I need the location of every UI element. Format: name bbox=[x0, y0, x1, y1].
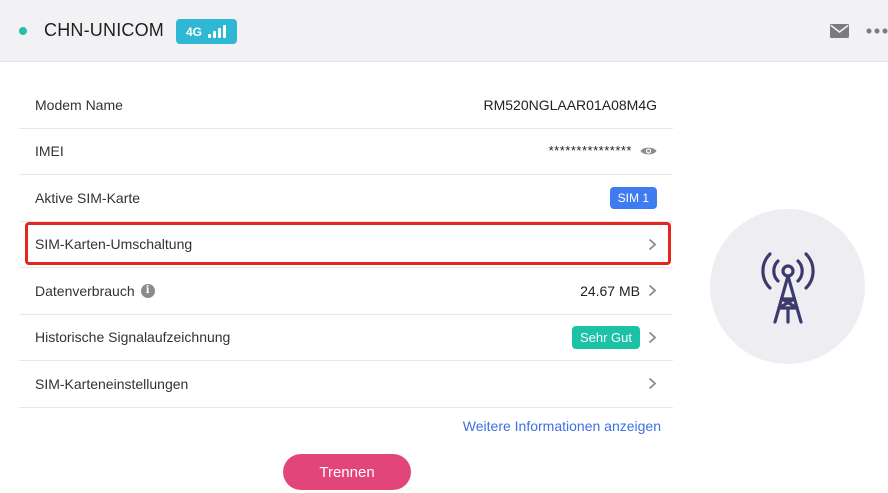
data-usage-value: 24.67 MB bbox=[580, 282, 640, 299]
more-icon[interactable] bbox=[866, 28, 888, 34]
top-bar: CHN-UNICOM 4G bbox=[0, 0, 888, 62]
imei-masked-value: *************** bbox=[548, 142, 632, 158]
signal-quality-badge: Sehr Gut bbox=[571, 325, 640, 349]
info-icon[interactable]: i bbox=[140, 283, 155, 298]
modem-name-value: RM520NGLAAR01A08M4G bbox=[483, 96, 657, 113]
signal-bars-icon bbox=[208, 25, 227, 38]
row-modem-name: Modem Name RM520NGLAAR01A08M4G bbox=[19, 82, 673, 129]
cell-tower-icon bbox=[760, 251, 815, 324]
row-active-sim: Aktive SIM-Karte SIM 1 bbox=[19, 175, 673, 222]
row-signal-history[interactable]: Historische Signalaufzeichnung Sehr Gut bbox=[19, 315, 673, 361]
row-sim-settings[interactable]: SIM-Karteneinstellungen bbox=[19, 361, 673, 408]
row-data-usage[interactable]: Datenverbrauch i 24.67 MB bbox=[19, 268, 673, 315]
row-imei: IMEI *************** bbox=[19, 129, 673, 175]
eye-icon[interactable] bbox=[640, 145, 657, 157]
chevron-right-icon[interactable] bbox=[648, 377, 657, 390]
connection-status-dot bbox=[19, 27, 27, 35]
row-label: Historische Signalaufzeichnung bbox=[35, 329, 231, 346]
row-sim-switch[interactable]: SIM-Karten-Umschaltung bbox=[19, 222, 673, 268]
active-sim-badge: SIM 1 bbox=[609, 186, 657, 209]
row-label: SIM-Karten-Umschaltung bbox=[35, 236, 193, 253]
row-label: Datenverbrauch bbox=[35, 282, 135, 299]
network-type-badge: 4G bbox=[176, 19, 237, 44]
mail-icon[interactable] bbox=[830, 24, 849, 38]
tower-illustration bbox=[710, 209, 865, 364]
chevron-right-icon[interactable] bbox=[648, 331, 657, 344]
network-type-label: 4G bbox=[186, 24, 203, 39]
row-label: Aktive SIM-Karte bbox=[35, 189, 141, 206]
row-label: Modem Name bbox=[35, 96, 123, 113]
more-info-link[interactable]: Weitere Informationen anzeigen bbox=[463, 418, 661, 434]
row-label: IMEI bbox=[35, 143, 64, 160]
chevron-right-icon[interactable] bbox=[648, 238, 657, 251]
row-label: SIM-Karteneinstellungen bbox=[35, 375, 189, 392]
operator-name: CHN-UNICOM bbox=[44, 20, 164, 40]
modem-info-list: Modem Name RM520NGLAAR01A08M4G IMEI ****… bbox=[19, 82, 673, 408]
chevron-right-icon[interactable] bbox=[648, 284, 657, 297]
disconnect-button[interactable]: Trennen bbox=[283, 454, 411, 490]
